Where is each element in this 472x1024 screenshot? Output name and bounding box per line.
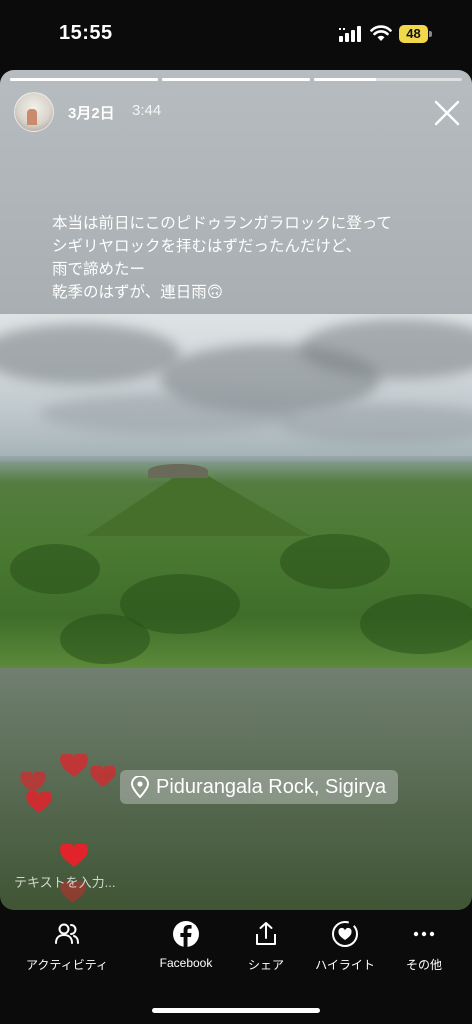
progress-segment bbox=[162, 78, 310, 81]
location-label: Pidurangala Rock, Sigirya bbox=[156, 775, 387, 798]
caption-line: シギリヤロックを拝むはずだったんだけど、 bbox=[52, 237, 362, 255]
cellular-signal-icon bbox=[339, 26, 361, 42]
heart-icon bbox=[60, 844, 88, 867]
share-icon bbox=[256, 922, 276, 945]
status-bar: 15:55 48 bbox=[0, 0, 472, 70]
activity-button[interactable]: アクティビティ bbox=[22, 920, 112, 973]
location-sticker[interactable]: Pidurangala Rock, Sigirya bbox=[120, 770, 399, 804]
story-caption: 本当は前日にこのピドゥランガラロックに登って シギリヤロックを拝むはずだったんだ… bbox=[52, 212, 452, 304]
story-date: 3月2日 bbox=[68, 105, 115, 122]
action-label: ハイライト bbox=[315, 958, 375, 972]
heart-icon bbox=[90, 766, 116, 787]
caption-line: 雨で諦めたー bbox=[52, 260, 146, 278]
story-photo bbox=[0, 314, 472, 668]
close-icon[interactable] bbox=[433, 99, 461, 127]
people-icon bbox=[55, 923, 79, 944]
facebook-icon bbox=[173, 921, 199, 947]
reply-input[interactable]: テキストを入力... bbox=[14, 872, 115, 891]
caption-line: 本当は前日にこのピドゥランガラロックに登って bbox=[52, 214, 392, 232]
heart-icon bbox=[26, 792, 52, 813]
action-label: アクティビティ bbox=[26, 958, 108, 972]
share-button[interactable]: シェア bbox=[240, 920, 292, 973]
action-label: Facebook bbox=[159, 956, 213, 970]
avatar[interactable] bbox=[14, 92, 54, 132]
home-indicator[interactable] bbox=[152, 1008, 320, 1013]
battery-icon: 48 bbox=[399, 25, 433, 43]
progress-segment bbox=[314, 78, 462, 81]
wifi-icon bbox=[370, 25, 392, 41]
highlight-heart-icon bbox=[332, 921, 358, 947]
action-label: その他 bbox=[405, 958, 442, 972]
action-label: シェア bbox=[247, 958, 284, 972]
story-viewer[interactable]: 3月2日 3:44 本当は前日にこのピドゥランガラロックに登って シギリヤロック… bbox=[0, 70, 472, 910]
heart-icon bbox=[60, 754, 88, 777]
clock: 15:55 bbox=[59, 22, 113, 44]
facebook-button[interactable]: Facebook bbox=[146, 920, 226, 970]
story-time: 3:44 bbox=[132, 102, 162, 119]
caption-line: 乾季のはずが、連日雨🙃 bbox=[52, 283, 223, 301]
heart-icon bbox=[20, 772, 46, 793]
battery-level: 48 bbox=[399, 25, 428, 43]
more-icon bbox=[413, 931, 435, 937]
progress-segment bbox=[10, 78, 158, 81]
more-button[interactable]: その他 bbox=[398, 920, 450, 973]
highlight-button[interactable]: ハイライト bbox=[308, 920, 382, 973]
location-pin-icon bbox=[130, 776, 150, 798]
story-progress bbox=[10, 78, 462, 81]
